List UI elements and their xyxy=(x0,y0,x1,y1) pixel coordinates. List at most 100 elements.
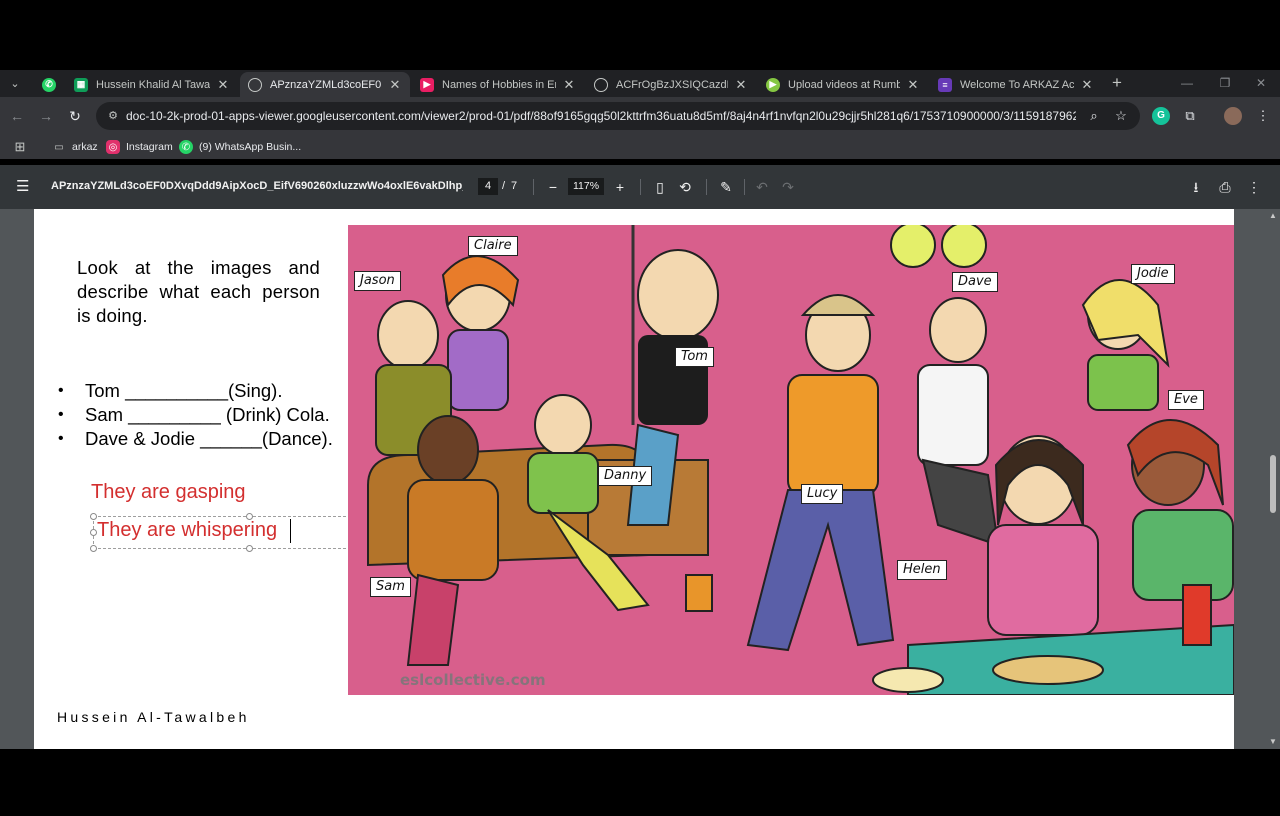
profile-avatar[interactable] xyxy=(1224,107,1242,125)
forms-icon: ≡ xyxy=(938,77,952,92)
extensions-icon[interactable]: ⧉ xyxy=(1181,107,1199,125)
resize-handle[interactable] xyxy=(246,545,253,552)
close-icon[interactable]: ✕ xyxy=(216,77,230,93)
tab-title: Welcome To ARKAZ Academy xyxy=(960,78,1074,91)
zoom-icon[interactable]: ⌕ xyxy=(1086,108,1102,124)
browser-menu-icon[interactable]: ⋮ xyxy=(1254,107,1272,125)
whatsapp-icon: ✆ xyxy=(42,77,56,92)
rumble-icon: ▶ xyxy=(766,77,780,92)
party-illustration: Claire Jason Tom Dave Jodie Eve Danny Lu… xyxy=(348,225,1234,695)
answer-text-1[interactable]: They are gasping xyxy=(91,481,246,504)
apps-icon[interactable]: ⊞ xyxy=(13,139,33,155)
site-info-icon[interactable]: ⚙ xyxy=(106,109,120,123)
bookmark-star-icon[interactable]: ☆ xyxy=(1113,108,1129,124)
sam-trousers xyxy=(406,573,460,666)
close-icon[interactable]: ✕ xyxy=(906,77,920,93)
toolbar-divider xyxy=(744,179,745,195)
close-icon[interactable]: ✕ xyxy=(1080,77,1094,93)
toolbar-divider xyxy=(640,179,641,195)
sam-head xyxy=(417,415,479,485)
address-bar[interactable]: ⚙ doc-10-2k-prod-01-apps-viewer.googleus… xyxy=(96,102,1140,130)
lucy-trousers xyxy=(746,489,895,652)
tab-rumble[interactable]: ▶ Upload videos at Rumble ✕ xyxy=(758,72,928,97)
tab-search-icon[interactable]: ⌄ xyxy=(6,75,24,93)
name-label-jason: Jason xyxy=(354,271,401,291)
tab-acfr[interactable]: ACFrOgBzJXSIQCazdELiZqfi ✕ xyxy=(586,72,756,97)
close-icon[interactable]: ✕ xyxy=(562,77,576,93)
browser-window: ⌄ ✆ ▦ Hussein Khalid Al Tawalbeh ✕ APznz… xyxy=(0,0,1280,816)
tab-arkaz[interactable]: ≡ Welcome To ARKAZ Academy ✕ xyxy=(930,72,1102,97)
back-icon[interactable]: ← xyxy=(8,107,26,125)
rotate-icon[interactable]: ⟲ xyxy=(675,177,695,197)
forward-icon[interactable]: → xyxy=(37,107,55,125)
fit-page-icon[interactable]: ▯ xyxy=(650,177,670,197)
snack-bowl xyxy=(992,655,1104,685)
text-caret xyxy=(290,519,291,543)
tab-strip: ⌄ ✆ ▦ Hussein Khalid Al Tawalbeh ✕ APznz… xyxy=(0,70,1280,97)
jodie-hair xyxy=(1081,279,1170,368)
redo-icon[interactable]: ↷ xyxy=(778,177,798,197)
tab-whatsapp[interactable]: ✆ xyxy=(34,72,64,97)
instagram-icon: ◎ xyxy=(106,140,120,154)
undo-icon[interactable]: ↶ xyxy=(752,177,772,197)
zoom-out-icon[interactable]: − xyxy=(543,177,563,197)
maximize-icon[interactable]: ❐ xyxy=(1216,74,1234,92)
name-label-claire: Claire xyxy=(468,236,518,256)
bookmark-arkaz[interactable]: ▭ arkaz xyxy=(52,139,97,155)
tab-sheets[interactable]: ▦ Hussein Khalid Al Tawalbeh ✕ xyxy=(66,72,238,97)
bookmark-whatsapp[interactable]: ✆ (9) WhatsApp Busin... xyxy=(179,139,301,155)
image-watermark: eslcollective.com xyxy=(400,671,546,689)
tab-pdf-viewer[interactable]: APznzaYZMLd3coEF0DXvqD ✕ xyxy=(240,72,410,97)
toolbar-divider xyxy=(533,179,534,195)
print-icon[interactable]: ⎙ xyxy=(1215,177,1235,197)
scrollbar-thumb[interactable] xyxy=(1270,455,1276,513)
exercise-list: Tom __________(Sing). Sam _________ (Dri… xyxy=(58,379,333,451)
bookmark-instagram[interactable]: ◎ Instagram xyxy=(106,139,173,155)
grammarly-icon[interactable]: G xyxy=(1152,107,1170,125)
dave-head xyxy=(929,297,987,363)
resize-handle[interactable] xyxy=(90,513,97,520)
page-number-input[interactable]: 4 xyxy=(478,178,498,195)
tab-title: ACFrOgBzJXSIQCazdELiZqfi xyxy=(616,78,728,91)
tab-hobbies[interactable]: ▶ Names of Hobbies in English ✕ xyxy=(412,72,584,97)
pdf-more-icon[interactable]: ⋮ xyxy=(1244,177,1264,197)
tab-title: Hussein Khalid Al Tawalbeh xyxy=(96,78,210,91)
exercise-item: Sam _________ (Drink) Cola. xyxy=(58,403,333,427)
name-label-sam: Sam xyxy=(370,577,411,597)
minimize-icon[interactable]: — xyxy=(1178,74,1196,92)
resize-handle[interactable] xyxy=(90,545,97,552)
window-close-icon[interactable]: ✕ xyxy=(1252,74,1270,92)
tab-title: Names of Hobbies in English xyxy=(442,78,556,91)
viewer-scrollbar[interactable]: ▲ ▼ xyxy=(1266,209,1280,749)
popcorn-bowl xyxy=(872,667,944,693)
page-total: 7 xyxy=(511,180,518,192)
new-tab-button[interactable]: + xyxy=(1108,74,1126,92)
annotate-pen-icon[interactable]: ✎ xyxy=(716,177,736,197)
download-icon[interactable]: ⭳ xyxy=(1186,177,1206,197)
close-icon[interactable]: ✕ xyxy=(734,77,748,93)
instructions-text: Look at the images and describe what eac… xyxy=(77,257,320,326)
globe-icon xyxy=(248,77,262,92)
name-label-jodie: Jodie xyxy=(1131,264,1175,284)
folder-icon: ▭ xyxy=(54,141,64,153)
zoom-level-input[interactable]: 117% xyxy=(568,178,604,195)
tab-title: APznzaYZMLd3coEF0DXvqD xyxy=(270,78,382,91)
answer-text-2[interactable]: They are whispering xyxy=(97,519,277,542)
scroll-down-icon[interactable]: ▼ xyxy=(1269,737,1277,746)
exercise-item: Dave & Jodie ______(Dance). xyxy=(58,427,333,451)
lucy-shirt xyxy=(787,374,879,496)
resize-handle[interactable] xyxy=(90,529,97,536)
zoom-in-icon[interactable]: + xyxy=(610,177,630,197)
pdf-sidebar-menu-icon[interactable]: ☰ xyxy=(16,179,34,195)
pdf-title: APznzaYZMLd3coEF0DXvqDdd9AipXocD_EifV690… xyxy=(51,180,463,192)
reload-icon[interactable]: ↻ xyxy=(66,107,84,125)
close-icon[interactable]: ✕ xyxy=(388,77,402,93)
url-text[interactable]: doc-10-2k-prod-01-apps-viewer.googleuser… xyxy=(126,109,1076,123)
bookmarks-bar: ⊞ ▭ arkaz ◎ Instagram ✆ (9) WhatsApp Bus… xyxy=(0,135,1280,159)
pdf-viewer: Look at the images and describe what eac… xyxy=(0,209,1280,749)
spotlight-right xyxy=(941,225,987,268)
scroll-up-icon[interactable]: ▲ xyxy=(1269,211,1277,220)
name-label-helen: Helen xyxy=(897,560,947,580)
name-label-eve: Eve xyxy=(1168,390,1204,410)
exercise-item: Tom __________(Sing). xyxy=(58,379,333,403)
